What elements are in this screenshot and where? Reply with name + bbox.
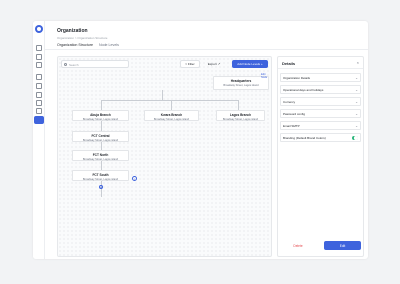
node-address: Broadway Street, Lagos island: [82, 178, 119, 181]
page-title: Organization: [57, 28, 88, 34]
app-window: Organization Organization > Organization…: [33, 21, 368, 259]
node-address: Broadway Street, Lagos island: [82, 139, 119, 142]
chevron-down-icon: ⌄: [355, 75, 358, 80]
node-title: Kwara Branch: [160, 113, 183, 117]
section-label: Branding (Default Brand Colors): [283, 136, 326, 141]
node-title: FCT North: [92, 153, 109, 157]
section-password-config[interactable]: Password config ⌄: [280, 109, 361, 118]
organization-icon[interactable]: [34, 116, 44, 124]
connector-branches: [101, 100, 238, 101]
search-input[interactable]: Search: [61, 60, 129, 68]
node-title: Headquarters: [230, 79, 252, 83]
reports-icon[interactable]: [36, 83, 42, 89]
connector-hq: [162, 90, 163, 100]
section-branding[interactable]: Branding (Default Brand Colors): [280, 133, 361, 142]
node-address: Broadway Street, Lagos island: [223, 84, 259, 87]
section-label: Email SMTP: [283, 124, 300, 129]
node-address: Broadway Street, Lagos island: [222, 118, 259, 121]
node-address: Broadway Street, Lagos island: [153, 118, 190, 121]
add-node-levels-button[interactable]: Add Node Levels +: [232, 60, 268, 68]
filter-button[interactable]: ▿ Filter: [180, 60, 200, 68]
node-address: Broadway Street, Lagos island: [82, 158, 119, 161]
chevron-down-icon: ⌄: [355, 87, 358, 92]
add-node-label: Add Node Levels: [237, 62, 261, 66]
breadcrumb: Organization > Organization Structure: [57, 36, 108, 40]
edit-button[interactable]: Edit: [324, 241, 361, 250]
info-icon[interactable]: i: [132, 176, 137, 181]
section-currency[interactable]: Currency ⌄: [280, 97, 361, 106]
connector-lagos: [238, 100, 239, 110]
node-fct-north[interactable]: FCT North Broadway Street, Lagos island: [72, 150, 129, 161]
node-abuja-branch[interactable]: Abuja Branch Broadway Street, Lagos isla…: [72, 110, 129, 121]
section-label: Password config: [283, 112, 306, 117]
export-label: Export: [207, 62, 217, 66]
section-label: Currency: [283, 100, 296, 105]
branding-toggle[interactable]: [352, 135, 358, 140]
close-icon[interactable]: ×: [357, 60, 359, 65]
chevron-down-icon: ⌄: [355, 111, 358, 116]
plus-icon: +: [261, 62, 263, 66]
tab-divider: [45, 49, 368, 50]
delete-button[interactable]: Delete: [284, 241, 312, 250]
node-lagos-branch[interactable]: Lagos Branch Broadway Street, Lagos isla…: [216, 110, 265, 121]
export-button[interactable]: Export ↗: [205, 60, 223, 68]
details-panel: Details × Organization Details ⌄ Operati…: [277, 56, 364, 257]
search-icon: [64, 62, 67, 66]
node-title: FCT Central: [91, 134, 110, 138]
users-icon[interactable]: [36, 54, 42, 60]
section-email-smtp[interactable]: Email SMTP ⌄: [280, 121, 361, 130]
plus-icon[interactable]: +: [99, 185, 103, 189]
sidebar: [33, 21, 45, 259]
chevron-down-icon: ⌄: [355, 99, 358, 104]
panel-divider: [278, 68, 363, 69]
settings-icon[interactable]: [36, 108, 42, 114]
export-icon: ↗: [217, 62, 221, 66]
section-label: Organization Details: [283, 76, 311, 81]
transactions-icon[interactable]: [36, 74, 42, 80]
node-fct-south[interactable]: FCT South Broadway Street, Lagos island: [72, 170, 129, 181]
customers-icon[interactable]: [36, 100, 42, 106]
node-kwara-branch[interactable]: Kwara Branch Broadway Street, Lagos isla…: [144, 110, 199, 121]
filter-icon: ▿: [185, 62, 187, 66]
search-placeholder: Search: [69, 62, 79, 67]
connector-kwara: [171, 100, 172, 110]
edit-node-link[interactable]: Edit Node: [261, 73, 271, 79]
section-label: Operational days and holidays: [283, 88, 324, 93]
connector-abuja: [101, 100, 102, 110]
node-title: Lagos Branch: [229, 113, 252, 117]
chevron-down-icon: ⌄: [355, 123, 358, 128]
page-header: Organization Organization > Organization…: [57, 28, 107, 40]
home-icon[interactable]: [36, 45, 42, 51]
filter-label: Filter: [187, 62, 195, 66]
cards-icon[interactable]: [36, 62, 42, 68]
app-logo: [35, 25, 43, 33]
node-fct-central[interactable]: FCT Central Broadway Street, Lagos islan…: [72, 131, 129, 142]
section-organization-details[interactable]: Organization Details ⌄: [280, 73, 361, 82]
panel-title: Details: [282, 61, 296, 66]
org-chart-canvas[interactable]: Search ▿ Filter Export ↗ Add Node Levels…: [57, 56, 272, 257]
wallet-icon[interactable]: [36, 92, 42, 98]
section-operational-days[interactable]: Operational days and holidays ⌄: [280, 85, 361, 94]
node-title: Abuja Branch: [90, 113, 111, 117]
node-address: Broadway Street, Lagos island: [82, 118, 119, 121]
node-title: FCT South: [92, 173, 109, 177]
